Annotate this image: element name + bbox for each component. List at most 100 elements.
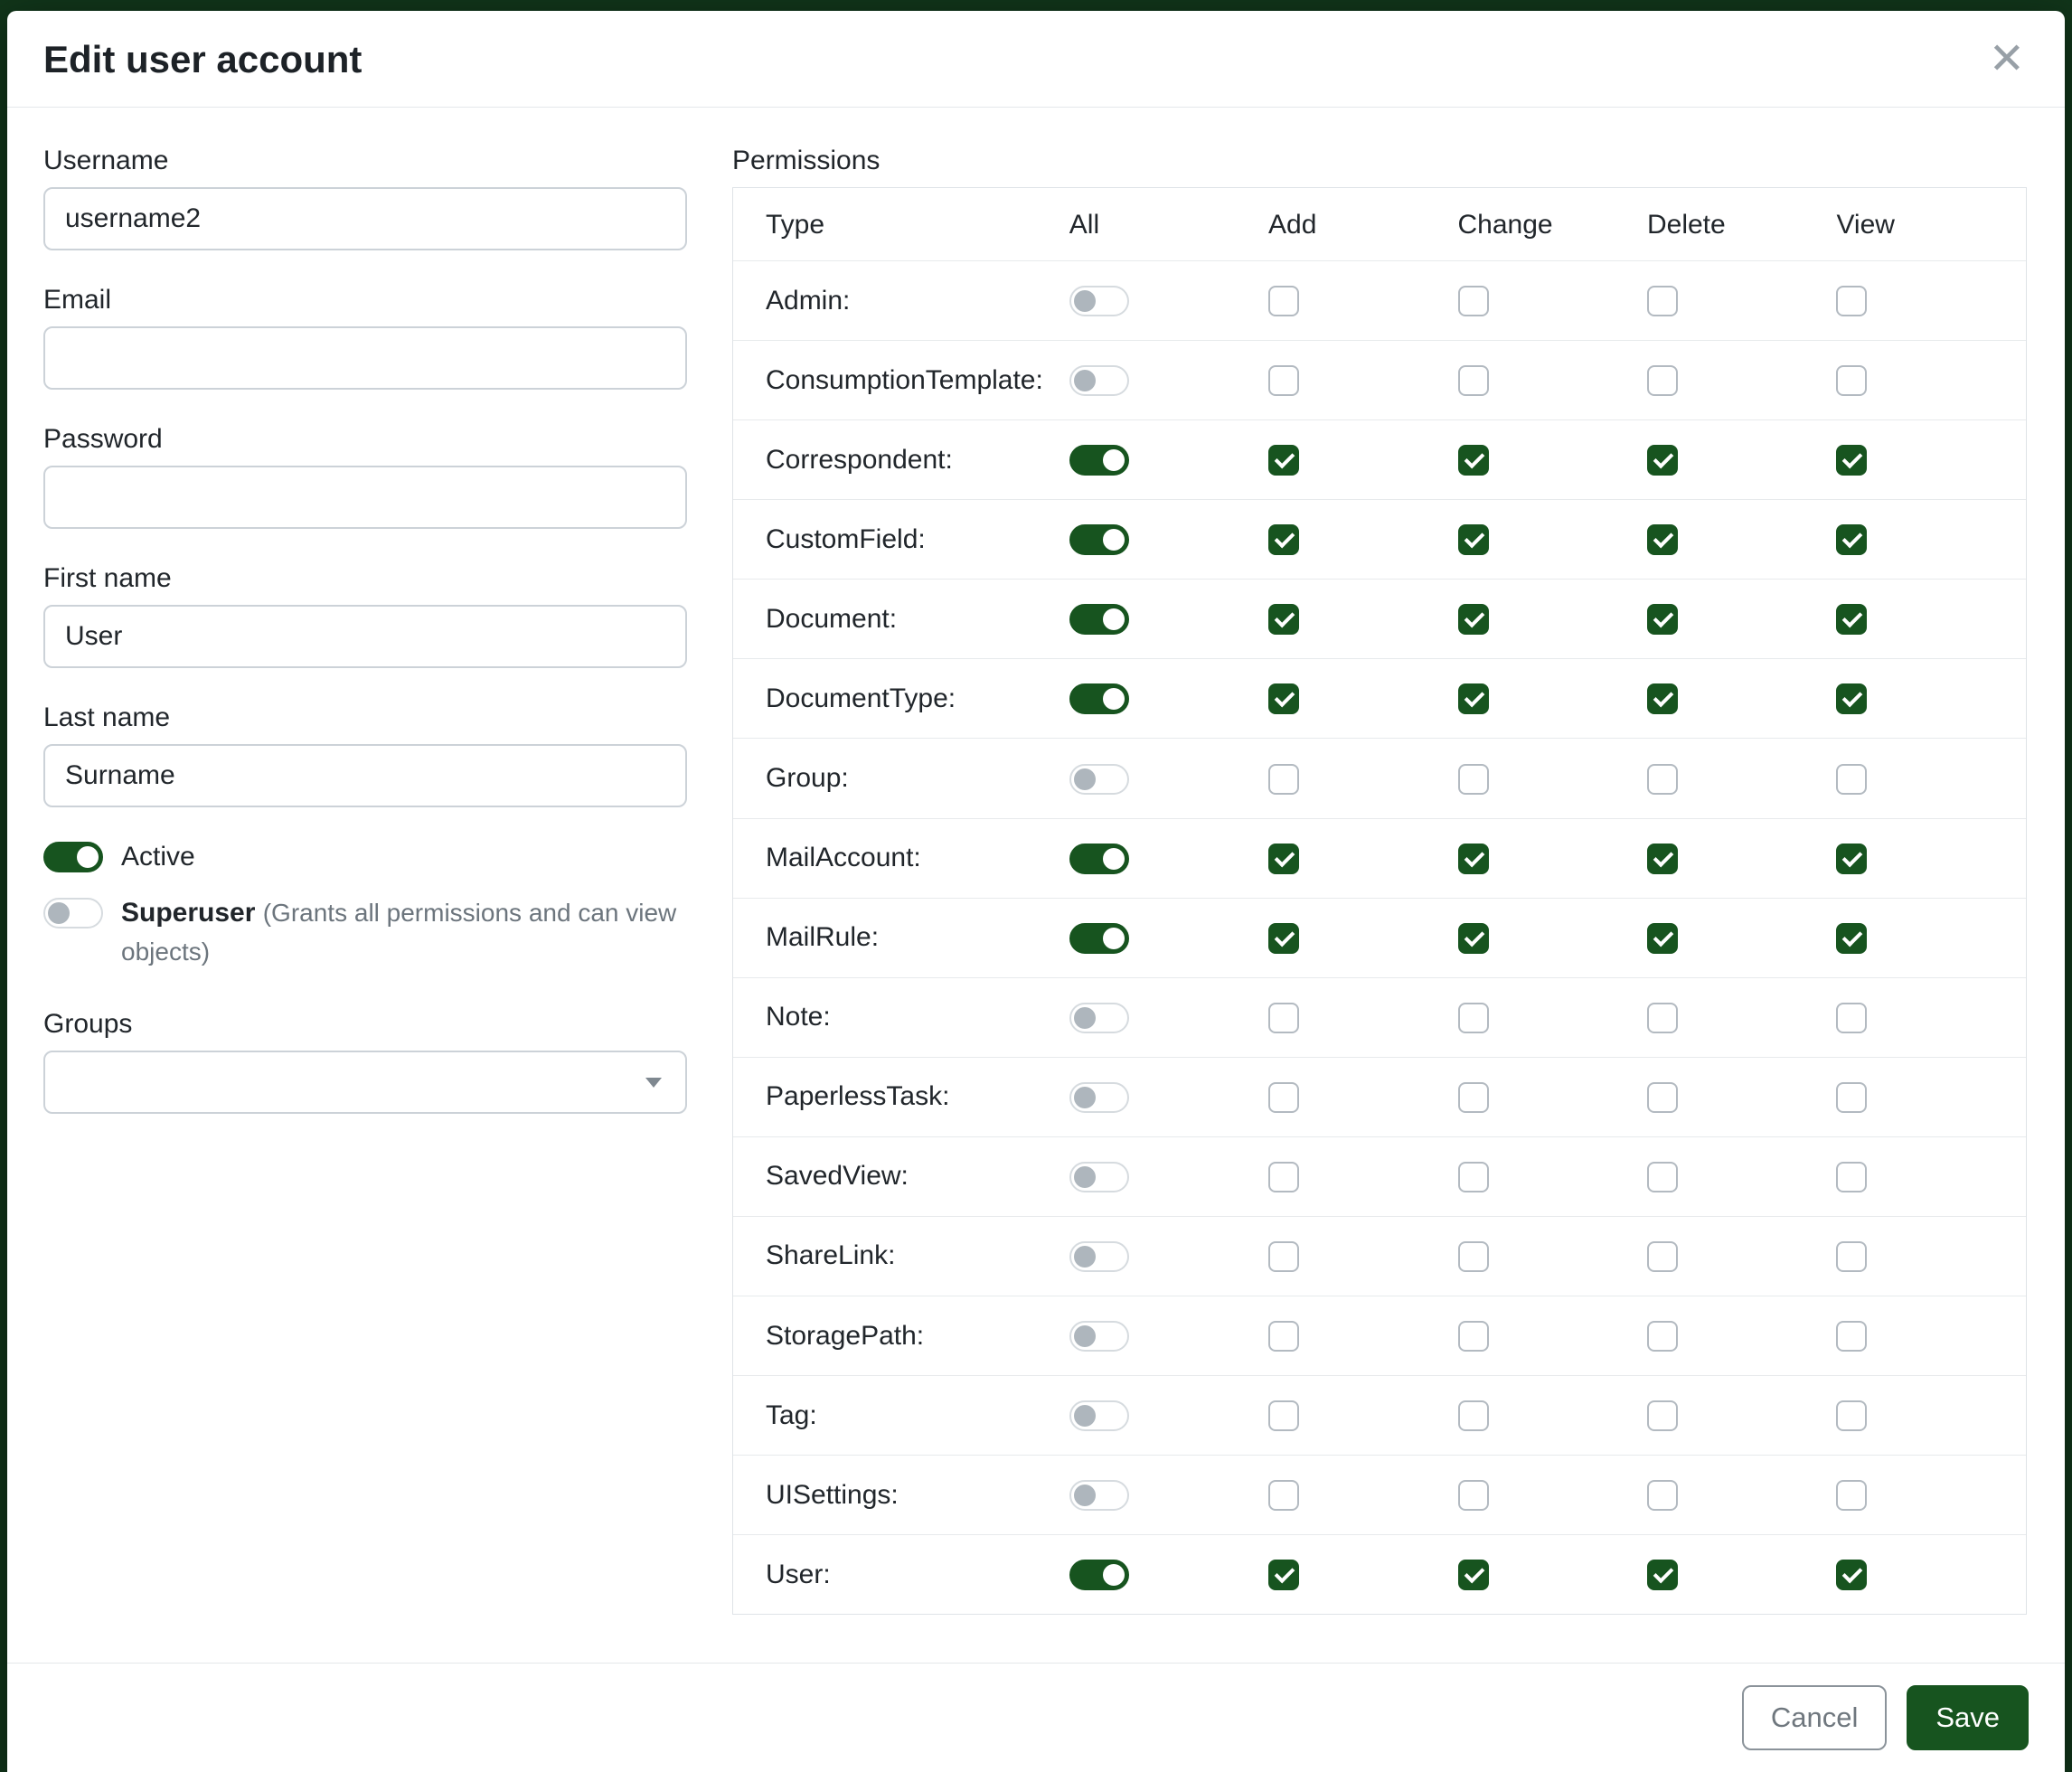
toggle-knob	[1103, 1564, 1125, 1586]
perm-delete-checkbox[interactable]	[1647, 604, 1678, 635]
perm-all-toggle[interactable]	[1069, 604, 1129, 635]
perm-change-checkbox[interactable]	[1458, 1560, 1489, 1590]
perm-add-checkbox[interactable]	[1268, 844, 1299, 874]
perm-view-checkbox[interactable]	[1836, 1321, 1867, 1352]
perm-view-checkbox[interactable]	[1836, 1480, 1867, 1511]
perm-all-toggle[interactable]	[1069, 1480, 1129, 1511]
perm-change-checkbox[interactable]	[1458, 1321, 1489, 1352]
perm-change-checkbox[interactable]	[1458, 1241, 1489, 1272]
active-toggle[interactable]	[43, 842, 103, 872]
perm-add-checkbox[interactable]	[1268, 445, 1299, 476]
perm-add-checkbox[interactable]	[1268, 1241, 1299, 1272]
perm-all-toggle[interactable]	[1069, 1162, 1129, 1192]
perm-delete-checkbox[interactable]	[1647, 1241, 1678, 1272]
perm-delete-checkbox[interactable]	[1647, 844, 1678, 874]
perm-add-checkbox[interactable]	[1268, 365, 1299, 396]
perm-change-checkbox[interactable]	[1458, 286, 1489, 316]
perm-add-checkbox[interactable]	[1268, 604, 1299, 635]
perm-view-checkbox[interactable]	[1836, 1162, 1867, 1192]
perm-add-checkbox[interactable]	[1268, 1003, 1299, 1033]
active-row: Active	[43, 842, 687, 872]
perm-add-checkbox[interactable]	[1268, 1480, 1299, 1511]
perm-view-checkbox[interactable]	[1836, 844, 1867, 874]
perm-change-checkbox[interactable]	[1458, 923, 1489, 954]
perm-all-toggle[interactable]	[1069, 844, 1129, 874]
perm-add-checkbox[interactable]	[1268, 1162, 1299, 1192]
permissions-table: Type All Add Change Delete View Admin:Co…	[732, 187, 2027, 1615]
perm-all-toggle[interactable]	[1069, 524, 1129, 555]
perm-all-toggle[interactable]	[1069, 1241, 1129, 1272]
email-field[interactable]	[43, 326, 687, 390]
perm-view-checkbox[interactable]	[1836, 604, 1867, 635]
perm-delete-checkbox[interactable]	[1647, 445, 1678, 476]
perm-add-checkbox[interactable]	[1268, 1400, 1299, 1431]
perm-delete-checkbox[interactable]	[1647, 1162, 1678, 1192]
close-icon[interactable]: ✕	[1989, 38, 2025, 81]
perm-delete-checkbox[interactable]	[1647, 1082, 1678, 1113]
perm-delete-checkbox[interactable]	[1647, 1560, 1678, 1590]
perm-all-toggle[interactable]	[1069, 764, 1129, 795]
perm-delete-checkbox[interactable]	[1647, 524, 1678, 555]
perm-view-checkbox[interactable]	[1836, 1560, 1867, 1590]
perm-change-checkbox[interactable]	[1458, 1480, 1489, 1511]
perm-change-checkbox[interactable]	[1458, 844, 1489, 874]
perm-change-checkbox[interactable]	[1458, 1082, 1489, 1113]
perm-all-toggle[interactable]	[1069, 286, 1129, 316]
perm-change-checkbox[interactable]	[1458, 683, 1489, 714]
perm-view-checkbox[interactable]	[1836, 365, 1867, 396]
perm-delete-checkbox[interactable]	[1647, 1003, 1678, 1033]
perm-view-checkbox[interactable]	[1836, 524, 1867, 555]
perm-add-checkbox[interactable]	[1268, 524, 1299, 555]
perm-add-checkbox[interactable]	[1268, 683, 1299, 714]
perm-add-checkbox[interactable]	[1268, 1082, 1299, 1113]
perm-change-checkbox[interactable]	[1458, 524, 1489, 555]
perm-delete-checkbox[interactable]	[1647, 1480, 1678, 1511]
groups-select[interactable]	[43, 1051, 687, 1114]
perm-change-checkbox[interactable]	[1458, 1162, 1489, 1192]
perm-all-toggle[interactable]	[1069, 683, 1129, 714]
perm-delete-checkbox[interactable]	[1647, 365, 1678, 396]
perm-add-checkbox[interactable]	[1268, 1321, 1299, 1352]
perm-all-toggle[interactable]	[1069, 1321, 1129, 1352]
perm-change-checkbox[interactable]	[1458, 365, 1489, 396]
perm-all-toggle[interactable]	[1069, 1082, 1129, 1113]
perm-change-checkbox[interactable]	[1458, 604, 1489, 635]
perm-view-checkbox[interactable]	[1836, 923, 1867, 954]
perm-delete-checkbox[interactable]	[1647, 683, 1678, 714]
perm-delete-checkbox[interactable]	[1647, 764, 1678, 795]
perm-view-checkbox[interactable]	[1836, 1400, 1867, 1431]
perm-delete-checkbox[interactable]	[1647, 1321, 1678, 1352]
password-field[interactable]	[43, 466, 687, 529]
last-name-input[interactable]	[43, 744, 687, 807]
perm-add-checkbox[interactable]	[1268, 923, 1299, 954]
perm-all-toggle[interactable]	[1069, 365, 1129, 396]
cancel-button[interactable]: Cancel	[1742, 1685, 1888, 1750]
perm-delete-checkbox[interactable]	[1647, 1400, 1678, 1431]
perm-view-checkbox[interactable]	[1836, 286, 1867, 316]
perm-all-toggle[interactable]	[1069, 1003, 1129, 1033]
perm-view-checkbox[interactable]	[1836, 764, 1867, 795]
perm-all-toggle[interactable]	[1069, 1400, 1129, 1431]
perm-view-checkbox[interactable]	[1836, 1003, 1867, 1033]
perm-all-toggle[interactable]	[1069, 445, 1129, 476]
perm-all-toggle[interactable]	[1069, 1560, 1129, 1590]
perm-view-checkbox[interactable]	[1836, 1082, 1867, 1113]
username-input[interactable]	[43, 187, 687, 250]
save-button[interactable]: Save	[1907, 1685, 2029, 1750]
perm-delete-checkbox[interactable]	[1647, 286, 1678, 316]
permission-type-label: Group:	[733, 739, 1069, 818]
perm-add-checkbox[interactable]	[1268, 764, 1299, 795]
perm-change-checkbox[interactable]	[1458, 445, 1489, 476]
perm-view-checkbox[interactable]	[1836, 683, 1867, 714]
perm-all-toggle[interactable]	[1069, 923, 1129, 954]
first-name-input[interactable]	[43, 605, 687, 668]
perm-delete-checkbox[interactable]	[1647, 923, 1678, 954]
perm-add-checkbox[interactable]	[1268, 286, 1299, 316]
superuser-toggle[interactable]	[43, 898, 103, 928]
perm-view-checkbox[interactable]	[1836, 445, 1867, 476]
perm-view-checkbox[interactable]	[1836, 1241, 1867, 1272]
perm-change-checkbox[interactable]	[1458, 764, 1489, 795]
perm-change-checkbox[interactable]	[1458, 1003, 1489, 1033]
perm-change-checkbox[interactable]	[1458, 1400, 1489, 1431]
perm-add-checkbox[interactable]	[1268, 1560, 1299, 1590]
